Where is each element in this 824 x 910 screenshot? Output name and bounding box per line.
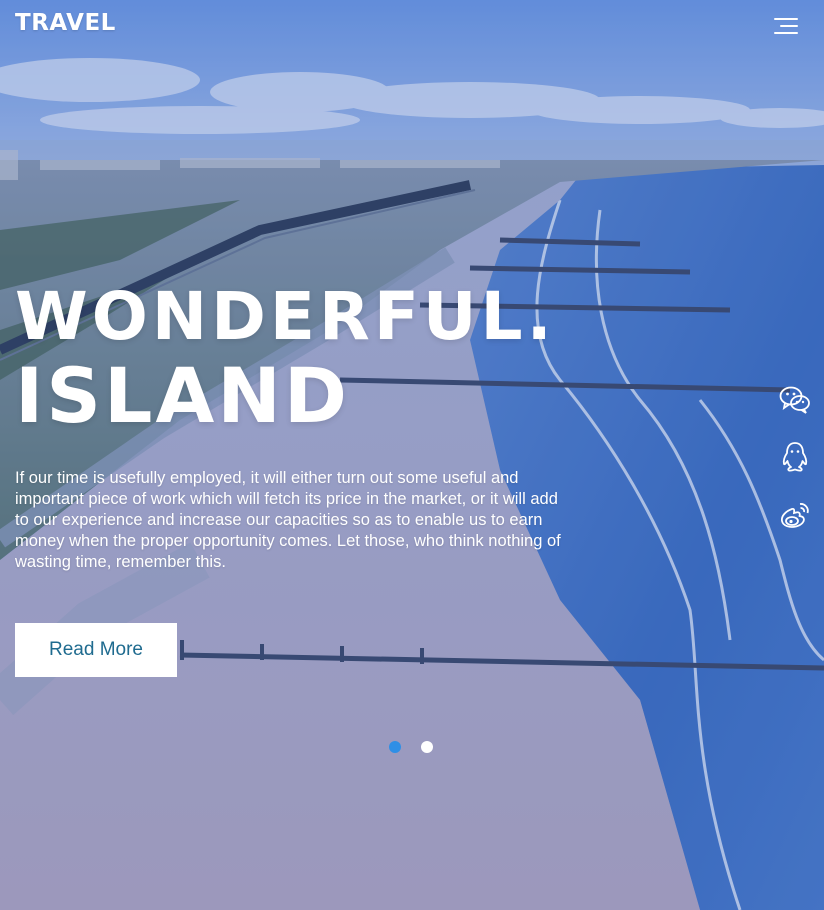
- menu-line: [774, 32, 798, 34]
- headline-line-2: ISLAND: [15, 351, 350, 440]
- wechat-icon[interactable]: [778, 382, 812, 416]
- weibo-icon[interactable]: [778, 498, 812, 532]
- social-links: [778, 382, 814, 556]
- hero-description: If our time is usefully employed, it wil…: [15, 469, 561, 571]
- hero-headline: WONDERFUL. ISLAND: [15, 278, 556, 437]
- slider-dot-1[interactable]: [389, 741, 401, 753]
- headline-line-1: WONDERFUL.: [15, 278, 556, 355]
- hero-background-image: [0, 0, 824, 910]
- hero-banner: TRAVEL WONDERFUL. ISLAND If our time is …: [0, 0, 824, 910]
- brand-logo[interactable]: TRAVEL: [15, 9, 116, 37]
- menu-line: [774, 18, 798, 20]
- slider-dot-2[interactable]: [421, 741, 433, 753]
- menu-line: [780, 25, 798, 27]
- hamburger-menu-icon[interactable]: [770, 15, 800, 39]
- qq-icon[interactable]: [778, 440, 812, 474]
- read-more-button[interactable]: Read More: [15, 623, 177, 677]
